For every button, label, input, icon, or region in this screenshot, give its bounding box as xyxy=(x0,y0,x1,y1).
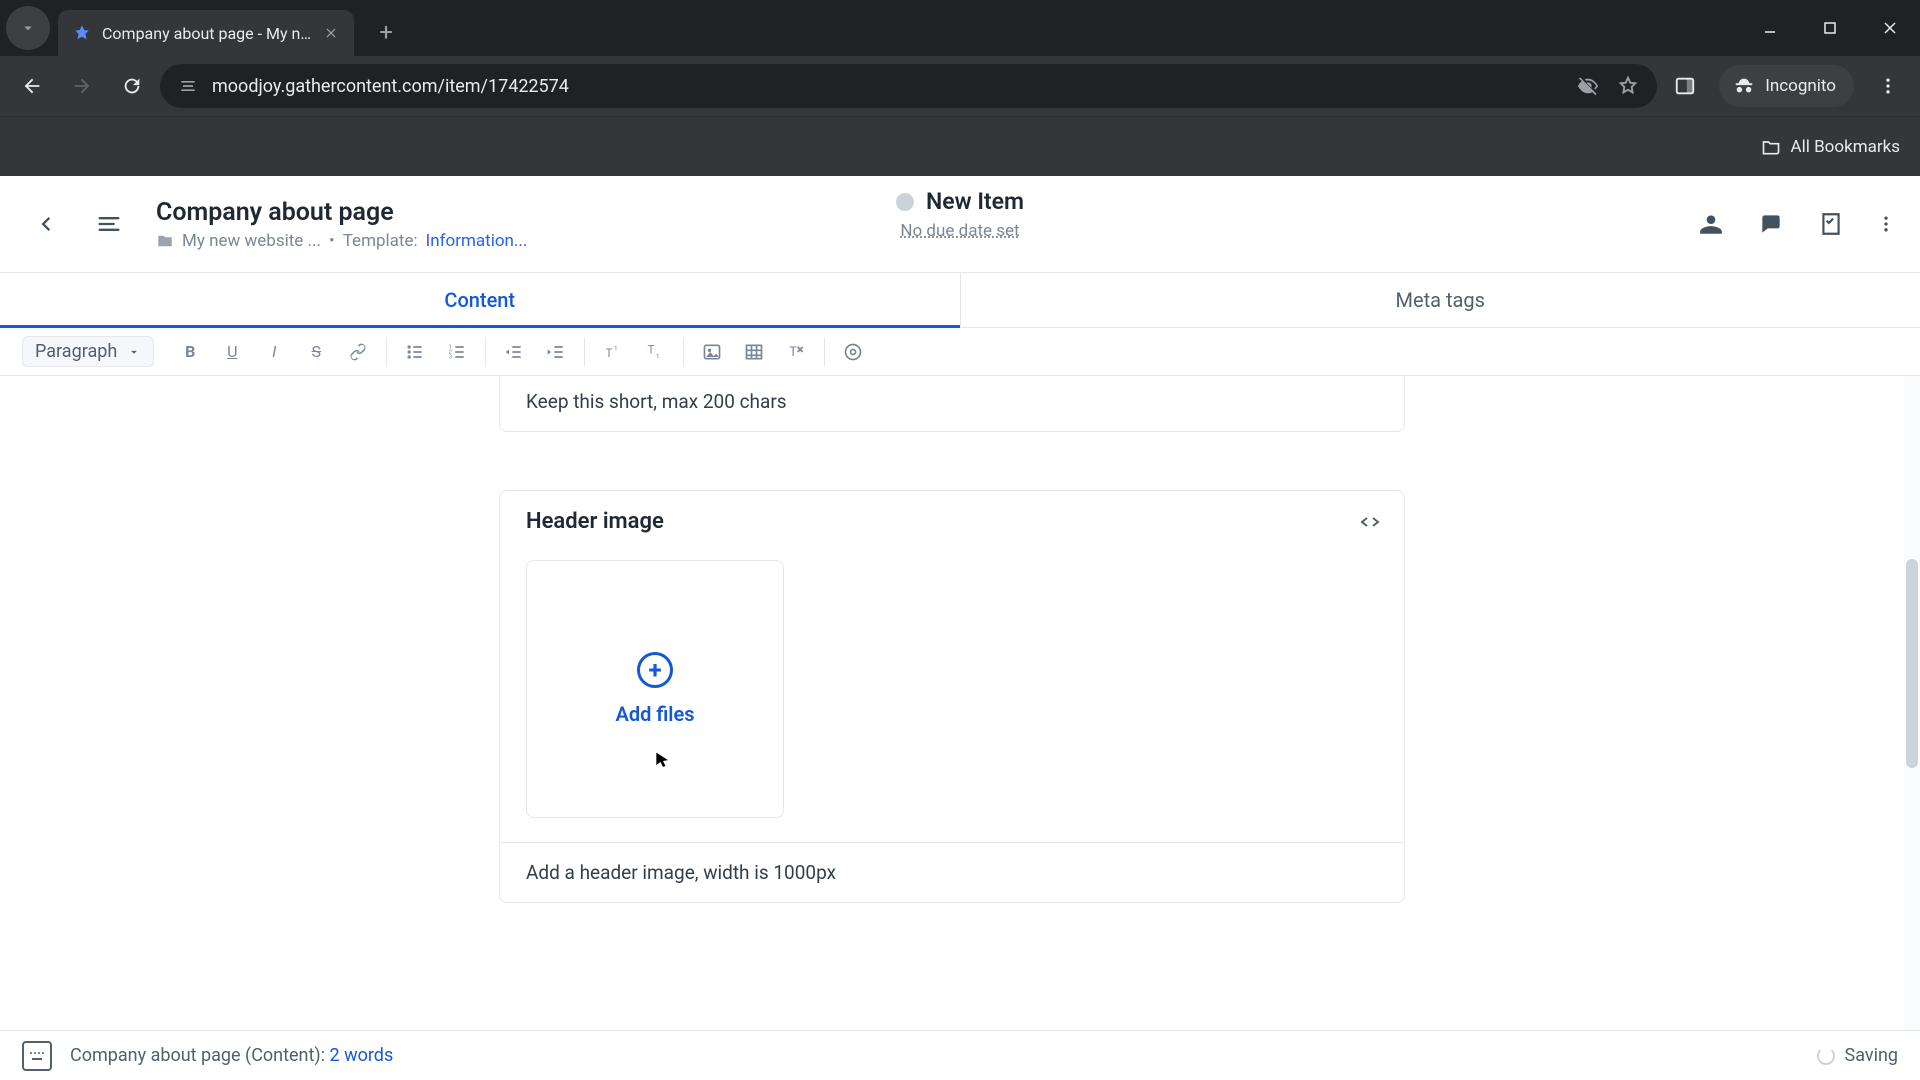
tab-search-dropdown[interactable] xyxy=(6,6,50,50)
ordered-list-button[interactable]: 123 xyxy=(437,334,477,370)
indent-button[interactable] xyxy=(536,334,576,370)
toolbar-separator xyxy=(386,338,387,366)
toolbar-separator xyxy=(584,338,585,366)
toolbar-separator xyxy=(824,338,825,366)
tasks-icon[interactable] xyxy=(1814,207,1848,241)
page-title[interactable]: Company about page xyxy=(156,198,527,227)
link-button[interactable] xyxy=(338,334,378,370)
address-bar[interactable]: moodjoy.gathercontent.com/item/17422574 xyxy=(160,64,1657,108)
app-footer: Company about page (Content): 2 words Sa… xyxy=(0,1030,1920,1080)
tab-content[interactable]: Content xyxy=(0,273,960,327)
nav-reload-button[interactable] xyxy=(110,64,154,108)
tab-meta-label: Meta tags xyxy=(1396,288,1485,312)
address-bar-url: moodjoy.gathercontent.com/item/17422574 xyxy=(212,76,569,97)
app-back-button[interactable] xyxy=(22,201,68,247)
toolbar-separator xyxy=(485,338,486,366)
eye-off-icon[interactable] xyxy=(1577,75,1599,97)
content-scrollbar[interactable] xyxy=(1904,376,1920,1030)
footer-context: Company about page (Content): xyxy=(70,1045,329,1066)
nav-forward-button[interactable] xyxy=(60,64,104,108)
svg-text:T: T xyxy=(606,346,613,360)
bullet-list-button[interactable] xyxy=(395,334,435,370)
app-header: Company about page My new website ... • … xyxy=(0,176,1920,272)
intro-helper-text: Keep this short, max 200 chars xyxy=(499,376,1405,432)
window-minimize-button[interactable] xyxy=(1740,8,1800,48)
clear-format-button[interactable]: T xyxy=(776,334,816,370)
footer-saving-label: Saving xyxy=(1845,1045,1899,1066)
svg-text:1: 1 xyxy=(656,352,660,360)
folder-icon xyxy=(156,232,174,250)
item-menu-button[interactable] xyxy=(1874,207,1898,241)
close-tab-icon[interactable] xyxy=(322,24,340,42)
svg-text:T: T xyxy=(648,342,655,356)
breadcrumb-folder[interactable]: My new website ... xyxy=(182,231,321,251)
breadcrumb-template-prefix: Template: xyxy=(343,231,418,251)
intro-helper-text-value: Keep this short, max 200 chars xyxy=(526,390,787,413)
comments-icon[interactable] xyxy=(1754,207,1788,241)
cursor-icon xyxy=(653,751,673,771)
saving-spinner-icon xyxy=(1817,1047,1835,1065)
nav-back-button[interactable] xyxy=(10,64,54,108)
footer-word-count[interactable]: 2 words xyxy=(329,1045,393,1066)
strike-button[interactable]: S xyxy=(296,334,336,370)
window-close-button[interactable] xyxy=(1860,8,1920,48)
due-date-link[interactable]: No due date set xyxy=(900,221,1019,241)
tab-meta-tags[interactable]: Meta tags xyxy=(960,273,1920,327)
side-panel-button[interactable] xyxy=(1663,64,1707,108)
svg-text:T: T xyxy=(790,345,798,360)
browser-tab-active[interactable]: Company about page - My ne… xyxy=(58,10,354,56)
sidebar-toggle-button[interactable] xyxy=(86,201,132,247)
plus-circle-icon: + xyxy=(637,652,673,688)
subscript-button[interactable]: T1 xyxy=(635,334,675,370)
underline-button[interactable]: U xyxy=(212,334,252,370)
toolbar-separator xyxy=(683,338,684,366)
header-image-helper-value: Add a header image, width is 1000px xyxy=(526,861,836,884)
people-icon[interactable] xyxy=(1694,207,1728,241)
status-label: New Item xyxy=(926,188,1024,215)
italic-button[interactable]: I xyxy=(254,334,294,370)
browser-menu-button[interactable] xyxy=(1866,64,1910,108)
paragraph-format-select[interactable]: Paragraph xyxy=(22,336,154,367)
svg-text:1: 1 xyxy=(614,344,618,352)
tab-content-label: Content xyxy=(444,288,515,312)
superscript-button[interactable]: T1 xyxy=(593,334,633,370)
incognito-chip[interactable]: Incognito xyxy=(1719,65,1854,107)
window-maximize-button[interactable] xyxy=(1800,8,1860,48)
breadcrumb-sep: • xyxy=(329,231,335,251)
paragraph-format-label: Paragraph xyxy=(35,341,117,362)
mention-button[interactable] xyxy=(833,334,873,370)
header-image-field: Header image + Add files Add a h xyxy=(499,490,1405,903)
tab-favicon-icon xyxy=(72,23,92,43)
breadcrumb: My new website ... • Template: Informati… xyxy=(156,231,527,251)
outdent-button[interactable] xyxy=(494,334,534,370)
bookmark-star-icon[interactable] xyxy=(1617,75,1639,97)
bold-button[interactable]: B xyxy=(170,334,210,370)
keyboard-icon[interactable] xyxy=(22,1041,52,1071)
incognito-label: Incognito xyxy=(1765,76,1836,96)
chevron-down-icon xyxy=(127,345,141,359)
browser-tab-title: Company about page - My ne… xyxy=(102,24,312,43)
header-image-helper: Add a header image, width is 1000px xyxy=(500,842,1404,902)
status-dot-icon xyxy=(896,193,914,211)
site-info-icon[interactable] xyxy=(178,76,198,96)
insert-image-button[interactable] xyxy=(692,334,732,370)
all-bookmarks-button[interactable]: All Bookmarks xyxy=(1761,137,1900,157)
page-tabs: Content Meta tags xyxy=(0,272,1920,328)
header-image-title: Header image xyxy=(526,509,664,534)
breadcrumb-template-link[interactable]: Information... xyxy=(426,231,528,251)
workflow-status[interactable]: New Item xyxy=(896,188,1024,215)
all-bookmarks-label: All Bookmarks xyxy=(1791,137,1900,157)
add-files-label: Add files xyxy=(615,702,694,726)
new-tab-button[interactable]: + xyxy=(368,14,404,50)
scrollbar-thumb[interactable] xyxy=(1906,559,1918,768)
insert-table-button[interactable] xyxy=(734,334,774,370)
add-files-dropzone[interactable]: + Add files xyxy=(526,560,784,818)
api-code-icon[interactable] xyxy=(1358,510,1382,534)
editor-toolbar: Paragraph B U I S 123 T1 T1 xyxy=(0,328,1920,376)
svg-text:3: 3 xyxy=(449,354,452,360)
